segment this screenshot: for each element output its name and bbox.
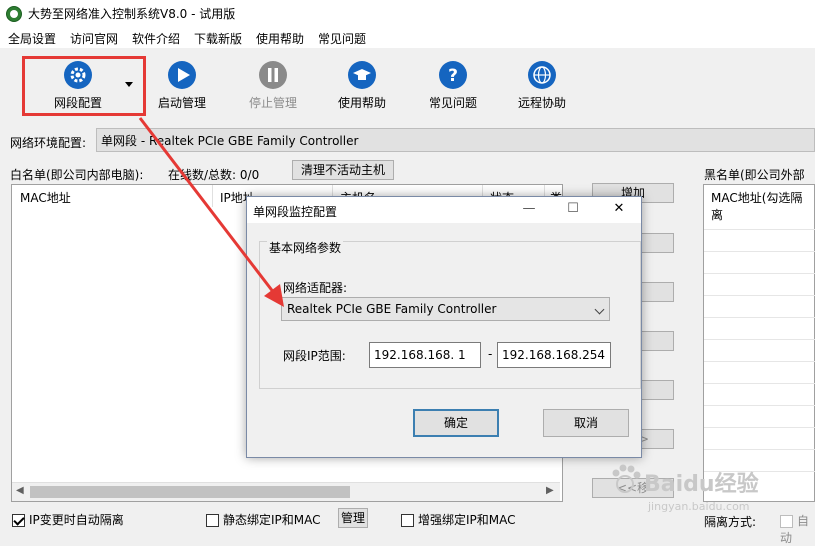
segment-config-dialog: 单网段监控配置 — ☐ ✕ 基本网络参数 网络适配器: Realtek PCIe… — [246, 196, 642, 458]
clear-inactive-button[interactable]: 清理不活动主机 — [292, 160, 394, 180]
start-manage-label: 启动管理 — [157, 96, 206, 110]
adapter-value: Realtek PCIe GBE Family Controller — [287, 302, 497, 316]
stop-manage-button[interactable]: 停止管理 — [233, 60, 313, 118]
adapter-label: 网络适配器: — [283, 281, 348, 295]
adapter-select[interactable]: Realtek PCIe GBE Family Controller — [281, 297, 610, 321]
help-label: 使用帮助 — [337, 96, 386, 110]
dialog-title: 单网段监控配置 — [253, 205, 338, 219]
dialog-title-bar: 单网段监控配置 — ☐ ✕ — [247, 197, 641, 223]
play-icon — [168, 61, 196, 89]
ip-end-input[interactable]: 192.168.168.254 — [497, 342, 611, 368]
chevron-down-icon — [594, 304, 605, 315]
title-bar: 大势至网络准入控制系统V8.0 - 试用版 — [0, 0, 815, 26]
enhanced-bind-label: 增强绑定IP和MAC — [418, 513, 516, 527]
question-icon: ? — [439, 61, 467, 89]
scroll-left-icon[interactable]: ◀ — [16, 485, 24, 496]
row-divider — [704, 427, 815, 428]
column-divider — [212, 185, 213, 207]
env-config-field[interactable]: 单网段 - Realtek PCIe GBE Family Controller — [96, 128, 815, 152]
static-bind-checkbox[interactable] — [206, 514, 219, 527]
ip-range-label: 网段IP范围: — [283, 349, 346, 363]
ip-change-isolate-checkbox[interactable] — [12, 514, 25, 527]
menu-visit-site[interactable]: 访问官网 — [70, 30, 118, 47]
paw-icon — [612, 464, 641, 493]
whitelist-label: 白名单(即公司内部电脑): — [10, 168, 144, 182]
online-count-label: 在线数/总数: 0/0 — [168, 168, 260, 182]
static-bind-label: 静态绑定IP和MAC — [223, 513, 321, 527]
row-divider — [704, 251, 815, 252]
menu-software-intro[interactable]: 软件介绍 — [132, 30, 180, 47]
row-divider — [704, 295, 815, 296]
globe-icon — [528, 61, 556, 89]
ip-range-dash: - — [488, 347, 493, 361]
stop-manage-label: 停止管理 — [248, 96, 297, 110]
row-divider — [704, 273, 815, 274]
menu-faq[interactable]: 常见问题 — [318, 30, 366, 47]
manage-button[interactable]: 管理 — [338, 508, 368, 528]
row-divider — [704, 339, 815, 340]
enhanced-bind-checkbox[interactable] — [401, 514, 414, 527]
env-config-label: 网络环境配置: — [10, 136, 87, 150]
watermark-brand: Baidu经验 — [644, 472, 759, 497]
static-bind-option[interactable]: 静态绑定IP和MAC — [206, 511, 321, 528]
ip-change-isolate-option[interactable]: IP变更时自动隔离 — [12, 511, 124, 528]
app-icon — [6, 6, 22, 22]
horizontal-scrollbar[interactable]: ◀ ▶ — [12, 482, 560, 501]
close-icon[interactable]: ✕ — [609, 201, 629, 219]
menu-global-settings[interactable]: 全局设置 — [8, 30, 56, 47]
highlight-box — [22, 56, 146, 116]
row-divider — [704, 383, 815, 384]
faq-button[interactable]: ? 常见问题 — [413, 60, 493, 118]
row-divider — [704, 405, 815, 406]
row-divider — [704, 361, 815, 362]
scrollbar-thumb[interactable] — [30, 486, 350, 498]
menu-download-new[interactable]: 下载新版 — [194, 30, 242, 47]
help-button[interactable]: 使用帮助 — [322, 60, 402, 118]
column-header-mac[interactable]: MAC地址 — [20, 189, 71, 206]
svg-text:?: ? — [448, 66, 458, 86]
row-divider — [704, 449, 815, 450]
ip-change-isolate-label: IP变更时自动隔离 — [29, 513, 124, 527]
minimize-icon[interactable]: — — [519, 201, 539, 219]
cancel-button[interactable]: 取消 — [543, 409, 629, 437]
maximize-icon[interactable]: ☐ — [563, 201, 583, 219]
watermark-url: jingyan.baidu.com — [648, 500, 750, 513]
menu-help[interactable]: 使用帮助 — [256, 30, 304, 47]
window-title: 大势至网络准入控制系统V8.0 - 试用版 — [28, 7, 236, 21]
row-divider — [704, 229, 815, 230]
remote-help-label: 远程协助 — [517, 96, 566, 110]
ip-start-input[interactable]: 192.168.168. 1 — [369, 342, 481, 368]
blacklist-table[interactable]: MAC地址(勾选隔离 — [703, 184, 815, 502]
column-header-black-mac[interactable]: MAC地址(勾选隔离 — [711, 189, 814, 223]
scroll-right-icon[interactable]: ▶ — [546, 485, 554, 496]
auto-checkbox[interactable] — [780, 515, 793, 528]
menu-bar: 全局设置 访问官网 软件介绍 下载新版 使用帮助 常见问题 — [0, 26, 815, 49]
faq-label: 常见问题 — [428, 96, 477, 110]
remote-help-button[interactable]: 远程协助 — [502, 60, 582, 118]
group-title: 基本网络参数 — [267, 239, 344, 256]
enhanced-bind-option[interactable]: 增强绑定IP和MAC — [401, 511, 516, 528]
watermark: Baidu经验 jingyan.baidu.com — [608, 462, 778, 522]
ok-button[interactable]: 确定 — [413, 409, 499, 437]
row-divider — [704, 317, 815, 318]
auto-option[interactable]: 自动 — [780, 512, 815, 546]
start-manage-button[interactable]: 启动管理 — [142, 60, 222, 118]
pause-icon — [259, 61, 287, 89]
graduation-cap-icon — [348, 61, 376, 89]
